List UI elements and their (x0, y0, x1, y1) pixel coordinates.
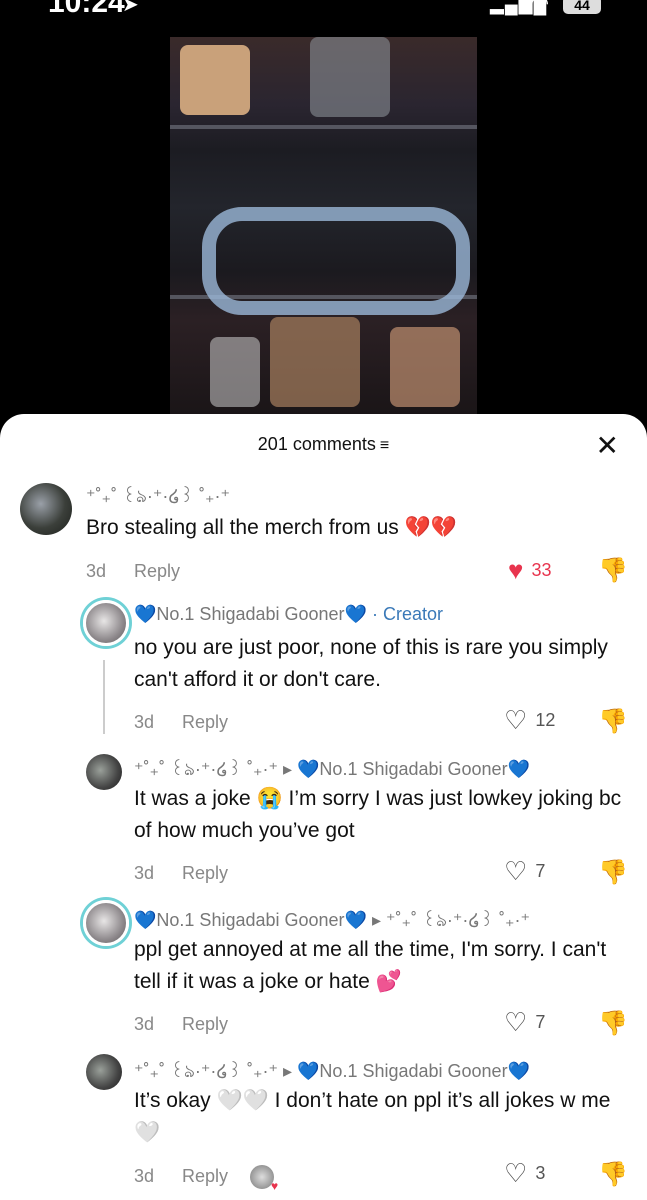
reply-button[interactable]: Reply (182, 863, 228, 883)
dislike-icon[interactable]: 👎 (598, 707, 628, 736)
creator-avatar[interactable] (83, 900, 129, 946)
comment-text: It was a joke 😭 I’m sorry I was just low… (134, 787, 622, 842)
shelf-line (170, 125, 477, 129)
figure-ring (202, 207, 470, 315)
comment-meta: 3d Reply (134, 712, 228, 733)
comment-text: It’s okay 🤍🤍 I don’t hate on ppl it’s al… (134, 1089, 611, 1144)
heart-outline-icon: ♡ (504, 705, 528, 735)
like-button[interactable]: ♡ 3 (504, 1160, 545, 1186)
comment-username[interactable]: ⁺˚₊˚ ꒰ঌ·⁺·໒꒱ ˚₊·⁺ (86, 482, 230, 513)
comment-username[interactable]: 💙No.1 Shigadabi Gooner💙 ▸ ⁺˚₊˚ ꒰ঌ·⁺·໒꒱ ˚… (134, 906, 530, 937)
comment-username[interactable]: 💙No.1 Shigadabi Gooner💙 · Creator (134, 604, 443, 625)
location-arrow-icon: ➤ (122, 0, 139, 16)
comment-username[interactable]: ⁺˚₊˚ ꒰ঌ·⁺·໒꒱ ˚₊·⁺ ▸ 💙No.1 Shigadabi Goon… (134, 755, 530, 786)
like-count: 7 (535, 1011, 546, 1032)
reply-button[interactable]: Reply (182, 1014, 228, 1034)
heart-filled-icon: ♥ (508, 555, 524, 585)
avatar[interactable] (86, 754, 122, 790)
comment-time: 3d (86, 561, 107, 581)
video-thumbnail[interactable] (170, 37, 477, 415)
reply-to-label: ▸ 💙No.1 Shigadabi Gooner💙 (282, 759, 530, 779)
creator-badge: · Creator (371, 604, 443, 624)
avatar[interactable] (86, 1054, 122, 1090)
thread-line (103, 660, 105, 734)
status-time: 10:24 (48, 0, 125, 19)
filter-icon[interactable]: ≡ (380, 437, 389, 454)
reply-button[interactable]: Reply (134, 561, 180, 581)
comment-meta: 3d Reply (134, 1014, 228, 1035)
dislike-icon[interactable]: 👎 (598, 1160, 628, 1189)
heart-outline-icon: ♡ (504, 856, 528, 886)
like-button[interactable]: ♡ 12 (504, 707, 555, 733)
like-count: 3 (535, 1162, 546, 1183)
status-bar: 10:24 ➤ ▂▄▆█ ◠ 44 (0, 0, 647, 20)
heart-outline-icon: ♡ (504, 1158, 528, 1188)
comment-username[interactable]: ⁺˚₊˚ ꒰ঌ·⁺·໒꒱ ˚₊·⁺ ▸ 💙No.1 Shigadabi Goon… (134, 1057, 530, 1088)
reply-to-label: ▸ ⁺˚₊˚ ꒰ঌ·⁺·໒꒱ ˚₊·⁺ (371, 910, 530, 930)
comment-time: 3d (134, 712, 155, 732)
reply-to-label: ▸ 💙No.1 Shigadabi Gooner💙 (282, 1061, 530, 1081)
creator-avatar[interactable] (83, 600, 129, 646)
comments-header: 201 comments ≡ (0, 434, 647, 455)
reply-button[interactable]: Reply (182, 712, 228, 732)
dislike-icon[interactable]: 👎 (598, 858, 628, 887)
username-text: 💙No.1 Shigadabi Gooner💙 (134, 604, 367, 624)
comment-meta: 3d Reply (134, 863, 228, 884)
like-button[interactable]: ♡ 7 (504, 1009, 545, 1035)
comment-time: 3d (134, 863, 155, 883)
like-button[interactable]: ♥ 33 (508, 557, 551, 583)
like-count: 12 (535, 709, 556, 730)
comment-meta: 3d Reply (86, 561, 180, 582)
like-count: 7 (535, 860, 546, 881)
comment-text: ppl get annoyed at me all the time, I'm … (134, 938, 607, 993)
like-button[interactable]: ♡ 7 (504, 858, 545, 884)
comment-time: 3d (134, 1165, 155, 1186)
reply-button[interactable]: Reply (182, 1166, 228, 1186)
close-icon[interactable]: ✕ (596, 432, 619, 460)
username-text: ⁺˚₊˚ ꒰ঌ·⁺·໒꒱ ˚₊·⁺ (134, 759, 278, 779)
comment-text: Bro stealing all the merch from us 💔💔 (86, 516, 457, 539)
dislike-icon[interactable]: 👎 (598, 1009, 628, 1038)
like-count: 33 (531, 559, 552, 580)
username-text: 💙No.1 Shigadabi Gooner💙 (134, 910, 367, 930)
heart-outline-icon: ♡ (504, 1007, 528, 1037)
dislike-icon[interactable]: 👎 (598, 556, 628, 585)
wifi-icon: ◠ (530, 0, 550, 15)
avatar[interactable] (20, 483, 72, 535)
comment-meta: 3d Reply (134, 1165, 278, 1193)
comment-time: 3d (134, 1014, 155, 1034)
creator-liked-icon (250, 1165, 278, 1193)
battery-indicator: 44 (563, 0, 601, 14)
comment-text: no you are just poor, none of this is ra… (134, 636, 608, 691)
username-text: ⁺˚₊˚ ꒰ঌ·⁺·໒꒱ ˚₊·⁺ (134, 1061, 278, 1081)
comments-count: 201 comments (257, 434, 376, 454)
